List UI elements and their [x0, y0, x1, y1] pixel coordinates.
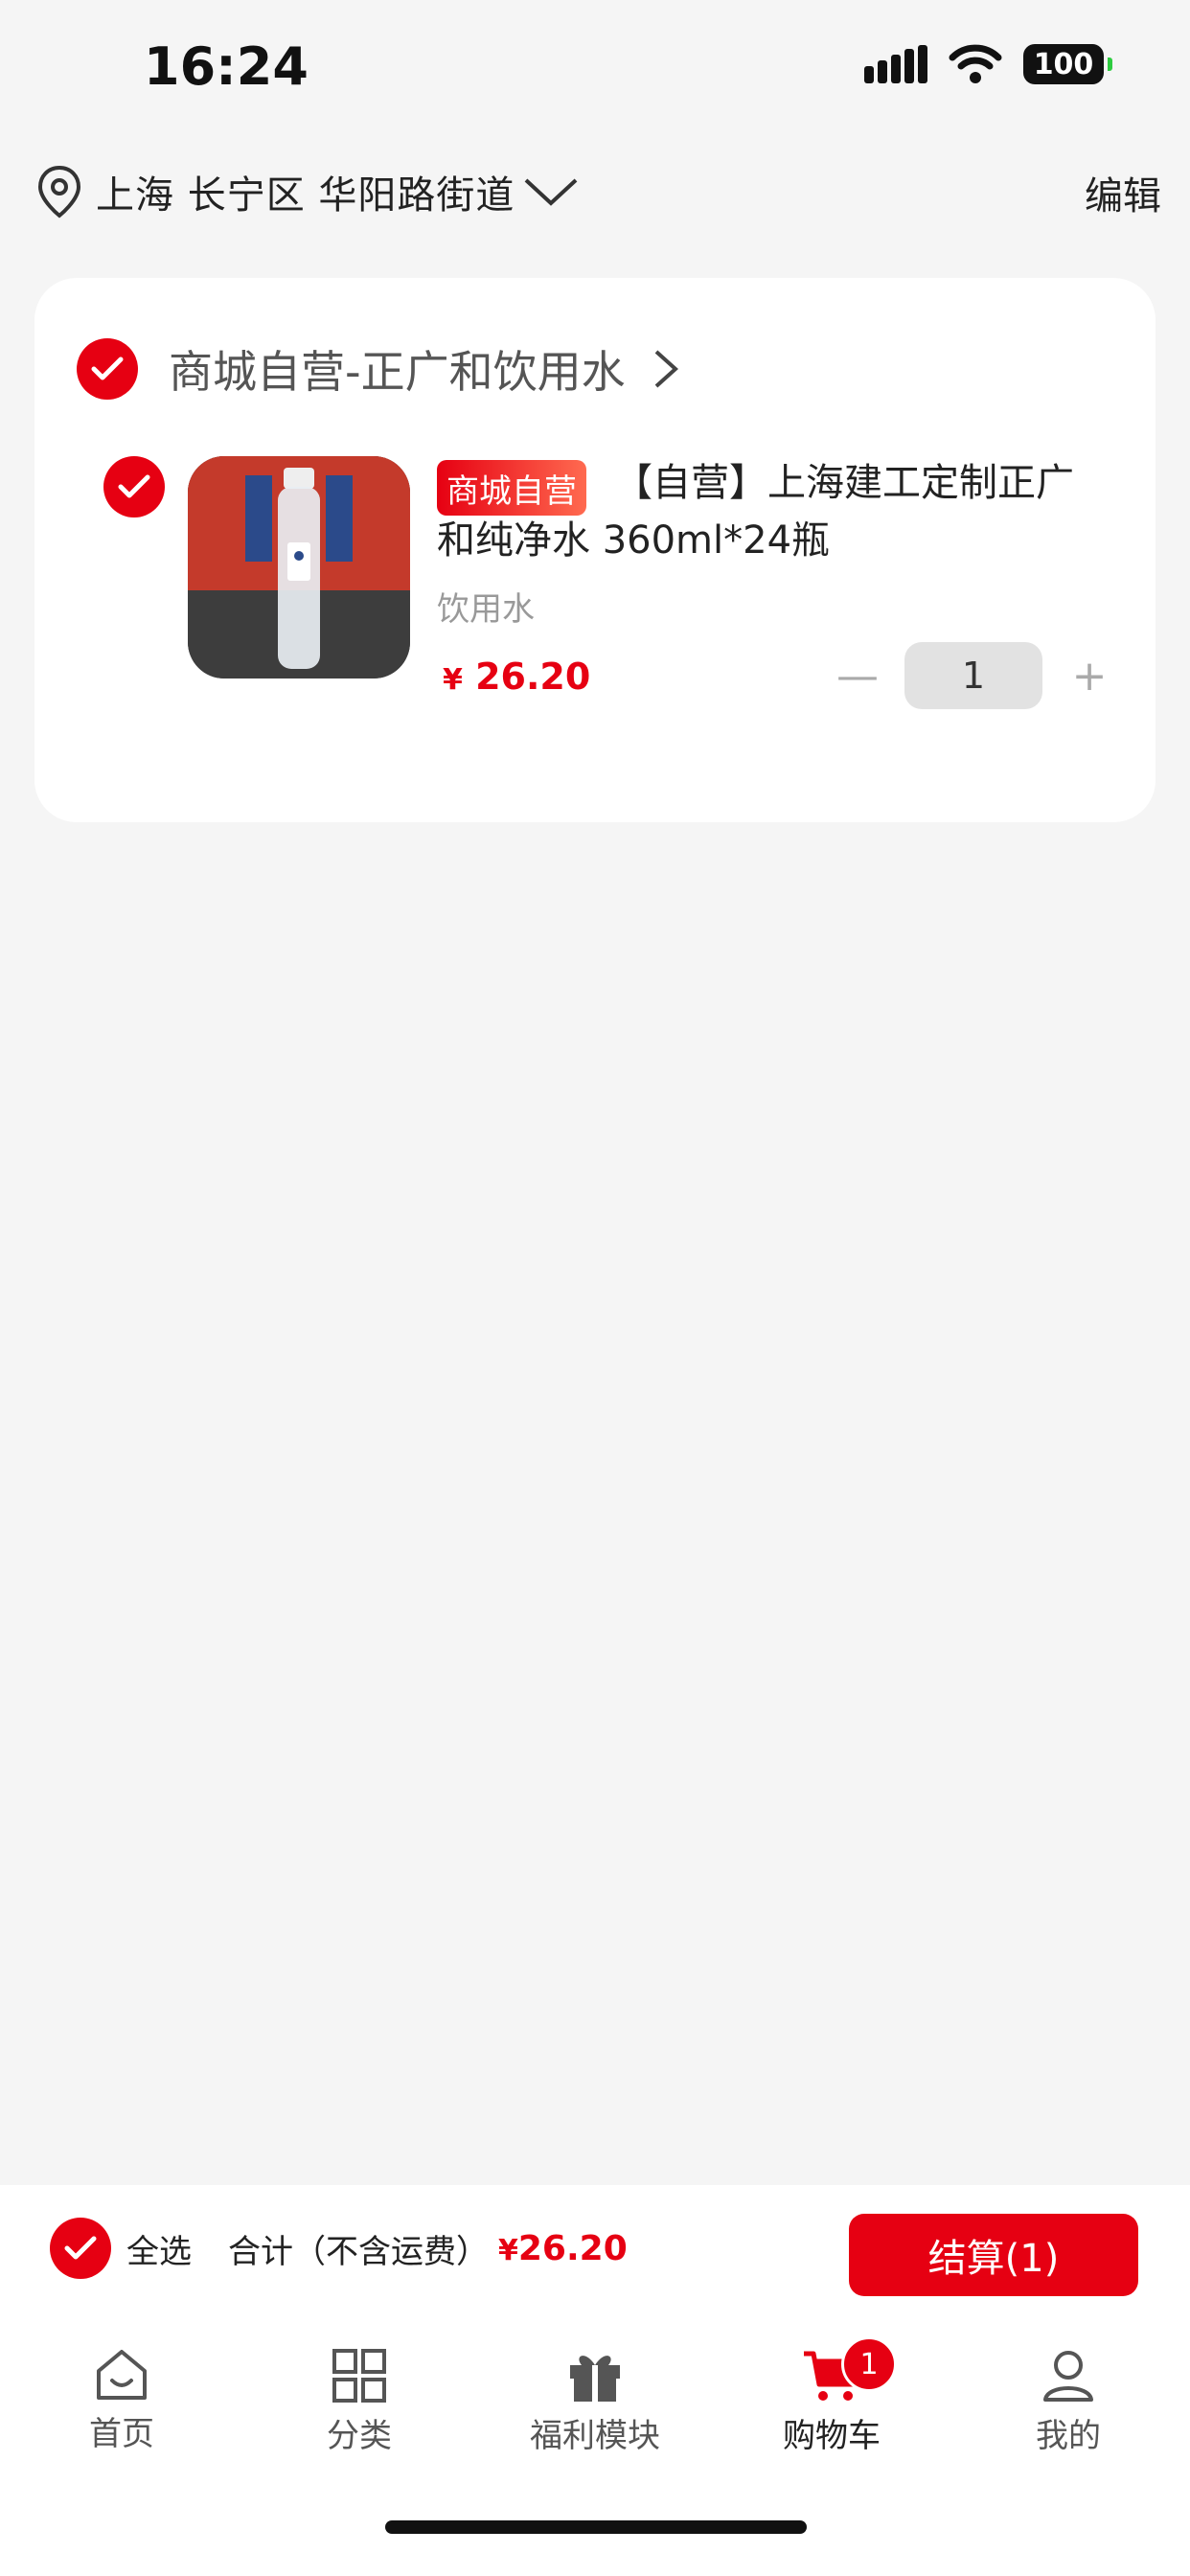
decrease-button[interactable]: — [824, 652, 891, 701]
product-price: ¥ 26.20 [443, 656, 590, 698]
location-pin-icon [37, 165, 81, 218]
chevron-down-icon [525, 178, 578, 206]
tab-label: 福利模块 [530, 2417, 660, 2455]
product-category: 饮用水 [437, 590, 535, 629]
status-icons: 100 [864, 44, 1112, 84]
bottom-tab-bar: 首页 分类 福利模块 1 购物车 我的 [0, 2315, 1190, 2576]
quantity-stepper: — 1 + [824, 642, 1123, 709]
chevron-right-icon [654, 350, 678, 388]
price-value: 26.20 [475, 656, 591, 698]
product-image[interactable] [188, 456, 410, 678]
home-indicator [385, 2520, 807, 2534]
battery-indicator: 100 [1023, 44, 1112, 84]
store-name: 商城自营-正广和饮用水 [169, 346, 626, 398]
tab-cart[interactable]: 1 购物车 [745, 2336, 918, 2456]
tab-label: 首页 [89, 2415, 154, 2453]
status-time: 16:24 [144, 36, 309, 97]
cellular-signal-icon [864, 45, 927, 83]
select-all-label[interactable]: 全选 [126, 2225, 192, 2272]
price-symbol: ¥ [443, 663, 463, 697]
store-select-checkbox[interactable] [77, 338, 138, 400]
home-icon [97, 2350, 147, 2400]
select-all-checkbox[interactable] [50, 2218, 111, 2279]
tab-home[interactable]: 首页 [35, 2348, 208, 2454]
item-select-checkbox[interactable] [103, 456, 165, 518]
checkmark-icon [118, 474, 150, 498]
tab-label: 分类 [327, 2417, 392, 2455]
location-selector[interactable]: 上海 长宁区 华阳路街道 [36, 161, 582, 222]
quantity-input[interactable]: 1 [904, 642, 1042, 709]
checkmark-icon [64, 2236, 97, 2260]
grid-icon [332, 2349, 386, 2403]
increase-button[interactable]: + [1056, 652, 1123, 701]
wifi-icon [949, 44, 1002, 83]
edit-button[interactable]: 编辑 [1085, 165, 1161, 220]
location-text: 上海 长宁区 华阳路街道 [96, 173, 515, 218]
cart-store-card: 商城自营-正广和饮用水 【自营】上海建工定制正广和纯净水 360ml*24瓶 商… [34, 278, 1156, 822]
checkout-button[interactable]: 结算(1) [849, 2214, 1138, 2296]
checkmark-icon [91, 356, 124, 380]
tab-welfare[interactable]: 福利模块 [509, 2348, 681, 2456]
total-symbol: ¥ [498, 2233, 518, 2267]
tab-category[interactable]: 分类 [273, 2348, 446, 2456]
water-bottle-icon [188, 456, 410, 678]
gift-icon [570, 2356, 620, 2402]
cart-badge: 1 [841, 2336, 897, 2392]
total-value: 26.20 [517, 2228, 628, 2268]
user-icon [1043, 2351, 1093, 2402]
total-price: ¥26.20 [498, 2229, 628, 2268]
tab-profile[interactable]: 我的 [982, 2348, 1155, 2456]
checkout-bar: 全选 合计（不含运费） ¥26.20 结算(1) [0, 2185, 1190, 2315]
tab-label: 购物车 [783, 2417, 881, 2455]
select-all-row: 全选 合计（不含运费） ¥26.20 [50, 2218, 628, 2279]
tab-label: 我的 [1036, 2417, 1101, 2455]
self-operated-tag: 商城自营 [437, 460, 586, 516]
store-header[interactable]: 商城自营-正广和饮用水 [77, 337, 681, 401]
total-label: 合计（不含运费） [228, 2232, 489, 2271]
